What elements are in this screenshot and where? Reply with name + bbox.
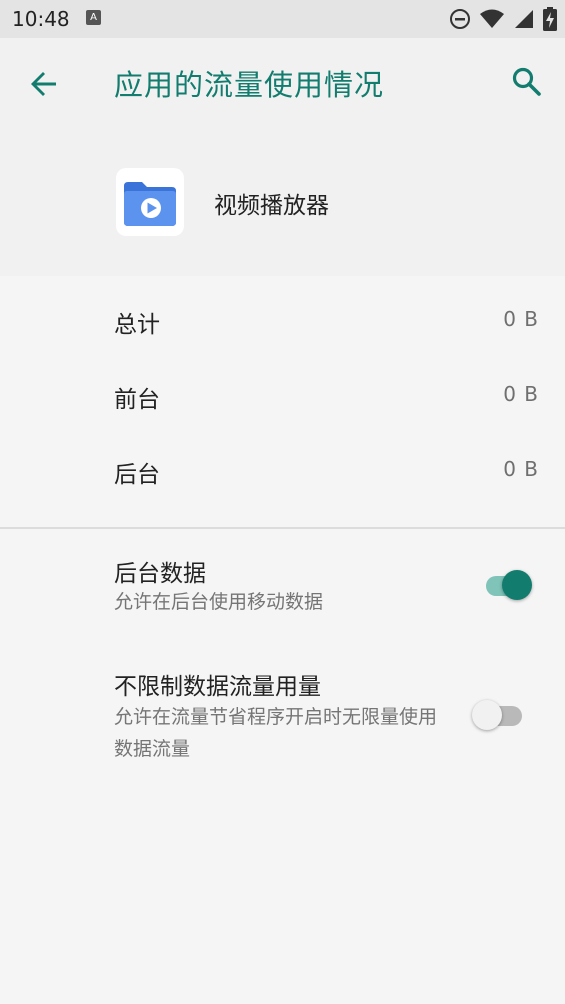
setting-unrestricted-data[interactable]: 不限制数据流量用量 允许在流量节省程序开启时无限量使用数据流量 — [0, 655, 565, 775]
setting-background-data[interactable]: 后台数据 允许在后台使用移动数据 — [0, 540, 565, 650]
search-icon — [512, 67, 541, 96]
battery-icon — [543, 7, 557, 31]
setting-title: 不限制数据流量用量 — [114, 674, 321, 700]
signal-icon — [515, 10, 533, 28]
back-button[interactable] — [26, 66, 62, 102]
section-divider — [0, 527, 565, 529]
usage-label: 后台 — [114, 462, 160, 488]
status-icons — [449, 6, 557, 32]
usage-label: 总计 — [114, 312, 160, 338]
usage-row-foreground: 前台 0 B — [0, 358, 565, 433]
background-data-switch[interactable] — [482, 565, 534, 603]
usage-value: 0 B — [503, 382, 539, 406]
app-name: 视频播放器 — [214, 193, 329, 219]
setting-subtitle: 允许在流量节省程序开启时无限量使用数据流量 — [114, 706, 438, 760]
search-button[interactable] — [509, 64, 545, 100]
dnd-icon — [450, 9, 470, 29]
setting-subtitle: 允许在后台使用移动数据 — [114, 591, 324, 613]
usage-row-background: 后台 0 B — [0, 433, 565, 508]
usage-value: 0 B — [503, 457, 539, 481]
page-title: 应用的流量使用情况 — [114, 68, 385, 102]
status-bar: 10:48 A — [0, 0, 565, 38]
usage-row-total: 总计 0 B — [0, 283, 565, 358]
status-time: 10:48 — [12, 7, 70, 31]
app-bar: 应用的流量使用情况 — [0, 38, 565, 128]
switch-thumb — [472, 700, 502, 730]
setting-title: 后台数据 — [114, 561, 206, 587]
video-folder-icon — [124, 182, 176, 226]
unrestricted-data-switch[interactable] — [472, 695, 524, 733]
switch-thumb — [502, 570, 532, 600]
app-header: 视频播放器 — [0, 128, 565, 276]
app-icon — [116, 168, 184, 236]
usage-value: 0 B — [503, 307, 539, 331]
usage-label: 前台 — [114, 387, 160, 413]
wifi-icon — [480, 9, 504, 28]
arrow-back-icon — [31, 72, 56, 96]
notification-icon: A — [86, 10, 101, 25]
